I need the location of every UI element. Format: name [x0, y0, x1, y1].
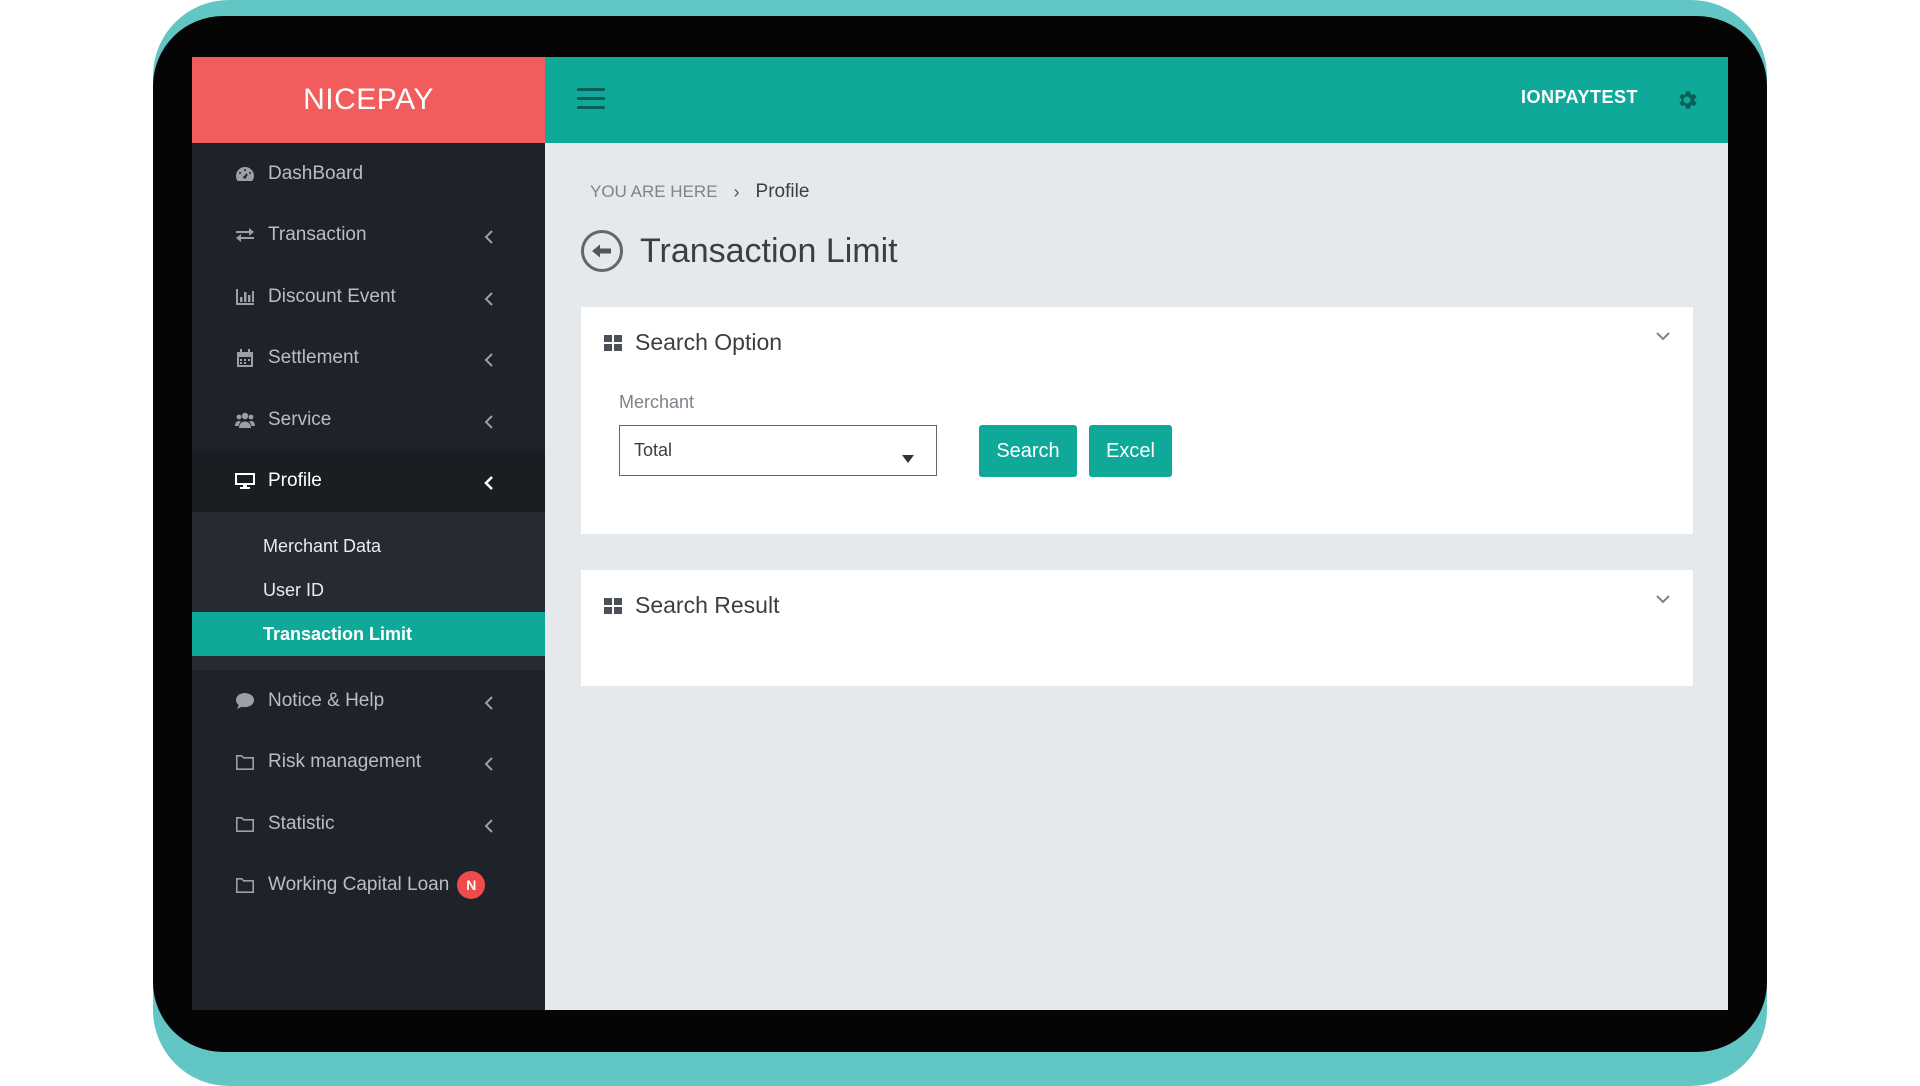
chevron-left-icon [484, 413, 496, 429]
search-result-panel: Search Result [581, 570, 1693, 686]
search-option-header: Search Option [603, 329, 782, 356]
chevron-down-icon[interactable] [1655, 592, 1671, 604]
sidebar-item-label: DashBoard [268, 162, 364, 184]
username-label[interactable]: IONPAYTEST [1521, 87, 1638, 108]
sidebar-item-transaction[interactable]: Transaction [192, 205, 545, 267]
brand-logo[interactable]: NICEPAY [192, 57, 545, 143]
breadcrumb-separator-icon: › [733, 181, 740, 202]
users-icon [234, 411, 256, 429]
grid-icon [603, 334, 623, 352]
sidebar-item-label: Settlement [268, 347, 359, 369]
sidebar-subitem-transaction-limit[interactable]: Transaction Limit [192, 612, 545, 656]
breadcrumb-current[interactable]: Profile [756, 181, 810, 203]
chevron-left-icon [484, 694, 496, 710]
bar-chart-icon [234, 288, 256, 306]
chevron-left-icon [484, 755, 496, 771]
sidebar-item-profile[interactable]: Profile [192, 450, 545, 512]
sidebar-item-label: Profile [268, 470, 322, 492]
exchange-icon [234, 226, 256, 244]
breadcrumb: YOU ARE HERE › Profile [590, 181, 809, 203]
chevron-down-icon[interactable] [1655, 329, 1671, 341]
sidebar-item-label: Discount Event [268, 285, 396, 307]
sidebar-item-risk-management[interactable]: Risk management [192, 732, 545, 794]
search-result-title: Search Result [635, 592, 780, 618]
app-screen: NICEPAY DashBoard Transaction Discount E… [192, 57, 1728, 1010]
dashboard-icon [234, 165, 256, 183]
chevron-left-icon [484, 290, 496, 306]
gear-icon[interactable] [1675, 88, 1699, 112]
sidebar-subitem-user-id[interactable]: User ID [192, 568, 545, 612]
calendar-icon [234, 349, 256, 368]
merchant-select[interactable]: Total [619, 425, 937, 476]
page-title: Transaction Limit [640, 231, 898, 270]
sidebar-item-label: Risk management [268, 751, 422, 773]
folder-icon [234, 876, 256, 894]
sidebar: NICEPAY DashBoard Transaction Discount E… [192, 57, 545, 1010]
top-bar: IONPAYTEST [545, 57, 1728, 143]
sidebar-item-label: Transaction [268, 224, 367, 246]
folder-icon [234, 753, 256, 771]
merchant-label: Merchant [619, 392, 695, 412]
sidebar-item-discount-event[interactable]: Discount Event [192, 266, 545, 328]
page-title-row: Transaction Limit [580, 229, 898, 273]
folder-icon [234, 815, 256, 833]
sidebar-item-label: Working Capital Loan [268, 874, 450, 896]
breadcrumb-prefix: YOU ARE HERE [590, 182, 718, 201]
sidebar-item-label: Service [268, 408, 332, 430]
chevron-left-icon [484, 351, 496, 367]
back-arrow-icon[interactable] [580, 229, 624, 273]
sidebar-item-label: Statistic [268, 812, 335, 834]
merchant-select-value: Total [634, 440, 673, 460]
hamburger-menu-icon[interactable] [577, 88, 605, 112]
new-badge: N [457, 871, 486, 900]
sidebar-item-service[interactable]: Service [192, 389, 545, 451]
search-button[interactable]: Search [979, 425, 1077, 477]
sidebar-subitem-merchant-data[interactable]: Merchant Data [192, 524, 545, 568]
search-option-title: Search Option [635, 329, 783, 355]
profile-submenu: Merchant Data User ID Transaction Limit [192, 512, 545, 670]
caret-down-icon [902, 447, 914, 463]
search-result-header: Search Result [603, 592, 779, 619]
chevron-left-icon [484, 474, 496, 491]
excel-button[interactable]: Excel [1089, 425, 1172, 477]
grid-icon [603, 597, 623, 615]
monitor-icon [234, 472, 256, 490]
chevron-left-icon [484, 817, 496, 833]
sidebar-item-statistic[interactable]: Statistic [192, 793, 545, 855]
sidebar-item-label: Notice & Help [268, 689, 385, 711]
comment-icon [234, 692, 256, 710]
sidebar-item-settlement[interactable]: Settlement [192, 328, 545, 390]
sidebar-item-working-capital-loan[interactable]: Working Capital Loan N [192, 855, 545, 917]
search-option-panel: Search Option Merchant Total Search Exce… [581, 307, 1693, 534]
chevron-left-icon [484, 228, 496, 244]
sidebar-item-dashboard[interactable]: DashBoard [192, 143, 545, 205]
sidebar-item-notice-help[interactable]: Notice & Help [192, 670, 545, 732]
